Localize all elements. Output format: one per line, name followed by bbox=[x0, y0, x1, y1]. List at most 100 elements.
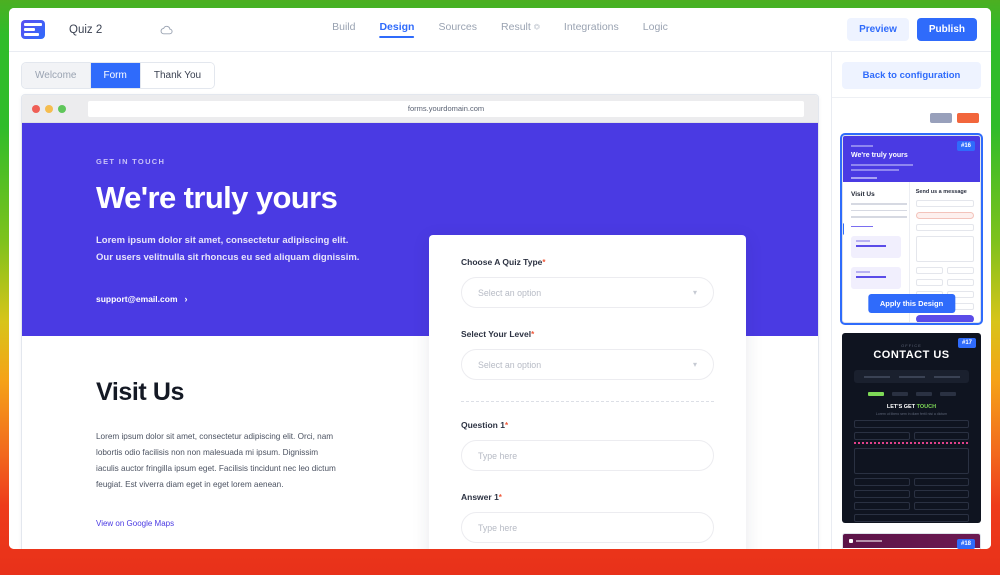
thumb17-subparagraph: Lorem ut libero sem in diam fertil nisi … bbox=[854, 412, 969, 416]
rainbow-border-frame: Quiz 2 Build Design Sources R bbox=[0, 0, 1000, 575]
nav-logic-label: Logic bbox=[643, 21, 668, 33]
field-quiz-type-select[interactable]: Select an option ▾ bbox=[461, 277, 714, 308]
required-asterisk: * bbox=[531, 330, 534, 339]
nav-build-label: Build bbox=[332, 21, 355, 33]
minimize-dot-icon[interactable] bbox=[45, 105, 53, 113]
nav-result[interactable]: Result ⏣ bbox=[501, 21, 540, 38]
chevron-down-icon: ▾ bbox=[693, 360, 697, 369]
required-asterisk: * bbox=[499, 493, 502, 502]
design-thumbnail-17[interactable]: #17 OFFICE CONTACT US LET'S GET TOUCH Lo… bbox=[842, 333, 981, 523]
thumb17-info-bar bbox=[854, 370, 969, 383]
workspace: Welcome Form Thank You forms.yourdomain.… bbox=[9, 52, 991, 549]
maximize-dot-icon[interactable] bbox=[58, 105, 66, 113]
visit-paragraph: Lorem ipsum dolor sit amet, consectetur … bbox=[96, 429, 341, 493]
thumb16-hero-title: We're truly yours bbox=[851, 152, 972, 159]
main-nav: Build Design Sources Result ⏣ Integratio… bbox=[332, 21, 668, 38]
field-level-placeholder: Select an option bbox=[478, 360, 541, 370]
thumb17-sub-a: LET'S GET bbox=[887, 404, 915, 410]
app-logo-icon bbox=[21, 20, 45, 39]
field-level: Select Your Level* Select an option ▾ bbox=[461, 329, 714, 380]
topbar-actions: Preview Publish bbox=[847, 18, 977, 41]
nav-integrations-label: Integrations bbox=[564, 21, 619, 33]
tab-welcome[interactable]: Welcome bbox=[22, 63, 91, 88]
brand-area: Quiz 2 bbox=[21, 20, 174, 39]
hero-headline: We're truly yours bbox=[96, 180, 818, 216]
thumb17-chips bbox=[854, 392, 969, 396]
design-badge-18: #18 bbox=[957, 539, 975, 549]
hero-email-text: support@email.com bbox=[96, 294, 178, 304]
field-level-select[interactable]: Select an option ▾ bbox=[461, 349, 714, 380]
hero-paragraph: Lorem ipsum dolor sit amet, consectetur … bbox=[96, 233, 364, 266]
tab-form[interactable]: Form bbox=[91, 63, 141, 88]
thumb17-error-dots bbox=[854, 442, 969, 444]
back-to-configuration-button[interactable]: Back to configuration bbox=[842, 62, 981, 89]
thumb17-subtitle: LET'S GET TOUCH bbox=[854, 404, 969, 410]
form-card: Choose A Quiz Type* Select an option ▾ S… bbox=[429, 235, 746, 549]
thumb17-kicker: OFFICE bbox=[854, 343, 969, 348]
nav-sources[interactable]: Sources bbox=[438, 21, 477, 38]
field-answer-1-input[interactable]: Type here bbox=[461, 512, 714, 543]
page-tabs: Welcome Form Thank You bbox=[21, 62, 215, 89]
design-thumbnail-list[interactable]: #16 We're truly yours Visit Us bbox=[832, 101, 991, 549]
url-bar[interactable]: forms.yourdomain.com bbox=[88, 101, 804, 117]
external-link-icon: ⏣ bbox=[534, 23, 540, 31]
field-question-1: Question 1* Type here bbox=[461, 420, 714, 471]
form-divider bbox=[461, 401, 714, 402]
mini-secondary-button-icon bbox=[930, 113, 952, 123]
app-window: Quiz 2 Build Design Sources R bbox=[9, 8, 991, 549]
browser-preview: forms.yourdomain.com GET IN TOUCH We're … bbox=[21, 94, 819, 549]
field-answer-1: Answer 1* Type here bbox=[461, 492, 714, 543]
cloud-sync-icon[interactable] bbox=[160, 23, 174, 37]
field-level-label-text: Select Your Level bbox=[461, 329, 531, 339]
field-question-1-input[interactable]: Type here bbox=[461, 440, 714, 471]
nav-result-label: Result bbox=[501, 21, 531, 33]
design-badge-16: #16 bbox=[957, 141, 975, 151]
required-asterisk: * bbox=[542, 258, 545, 267]
field-question-1-placeholder: Type here bbox=[478, 451, 517, 461]
chevron-right-icon: › bbox=[185, 294, 188, 304]
google-maps-link[interactable]: View on Google Maps bbox=[96, 519, 174, 528]
field-level-label: Select Your Level* bbox=[461, 329, 714, 339]
publish-button[interactable]: Publish bbox=[917, 18, 977, 41]
chevron-down-icon: ▾ bbox=[693, 288, 697, 297]
field-answer-1-label: Answer 1* bbox=[461, 492, 714, 502]
thumb17-sub-b: TOUCH bbox=[917, 404, 936, 410]
field-answer-1-placeholder: Type here bbox=[478, 523, 517, 533]
selected-caret-icon bbox=[842, 223, 844, 235]
thumb16-visit-title: Visit Us bbox=[851, 191, 901, 198]
thumb16-card-phone bbox=[851, 236, 901, 258]
nav-logic[interactable]: Logic bbox=[643, 21, 668, 38]
canvas-area: Welcome Form Thank You forms.yourdomain.… bbox=[9, 52, 831, 549]
field-quiz-type-label-text: Choose A Quiz Type bbox=[461, 257, 542, 267]
nav-design[interactable]: Design bbox=[379, 21, 414, 38]
field-question-1-label: Question 1* bbox=[461, 420, 714, 430]
field-answer-1-label-text: Answer 1 bbox=[461, 492, 499, 502]
document-title: Quiz 2 bbox=[69, 24, 102, 36]
thumbnail-mini-buttons bbox=[832, 101, 991, 135]
mini-primary-button-icon bbox=[957, 113, 979, 123]
nav-design-label: Design bbox=[379, 21, 414, 33]
field-quiz-type-label: Choose A Quiz Type* bbox=[461, 257, 714, 267]
nav-build[interactable]: Build bbox=[332, 21, 355, 38]
site-preview: GET IN TOUCH We're truly yours Lorem ips… bbox=[22, 123, 818, 549]
app-topbar: Quiz 2 Build Design Sources R bbox=[9, 8, 991, 52]
thumb16-form-title: Send us a message bbox=[916, 189, 974, 195]
thumb17-title: CONTACT US bbox=[854, 349, 969, 361]
apply-design-button[interactable]: Apply this Design bbox=[868, 294, 955, 313]
preview-button[interactable]: Preview bbox=[847, 18, 909, 41]
window-traffic-lights bbox=[32, 105, 66, 113]
tab-thank-you[interactable]: Thank You bbox=[141, 63, 214, 88]
design-badge-17: #17 bbox=[958, 338, 976, 348]
required-asterisk: * bbox=[505, 421, 508, 430]
field-question-1-label-text: Question 1 bbox=[461, 420, 505, 430]
field-quiz-type: Choose A Quiz Type* Select an option ▾ bbox=[461, 257, 714, 308]
design-thumbnail-16[interactable]: #16 We're truly yours Visit Us bbox=[842, 135, 981, 323]
browser-chrome-bar: forms.yourdomain.com bbox=[22, 95, 818, 123]
thumb16-card-email bbox=[851, 267, 901, 289]
design-thumbnail-18[interactable]: #18 About Company bbox=[842, 533, 981, 549]
field-quiz-type-placeholder: Select an option bbox=[478, 288, 541, 298]
nav-sources-label: Sources bbox=[438, 21, 477, 33]
sidebar-header: Back to configuration bbox=[832, 52, 991, 98]
close-dot-icon[interactable] bbox=[32, 105, 40, 113]
nav-integrations[interactable]: Integrations bbox=[564, 21, 619, 38]
